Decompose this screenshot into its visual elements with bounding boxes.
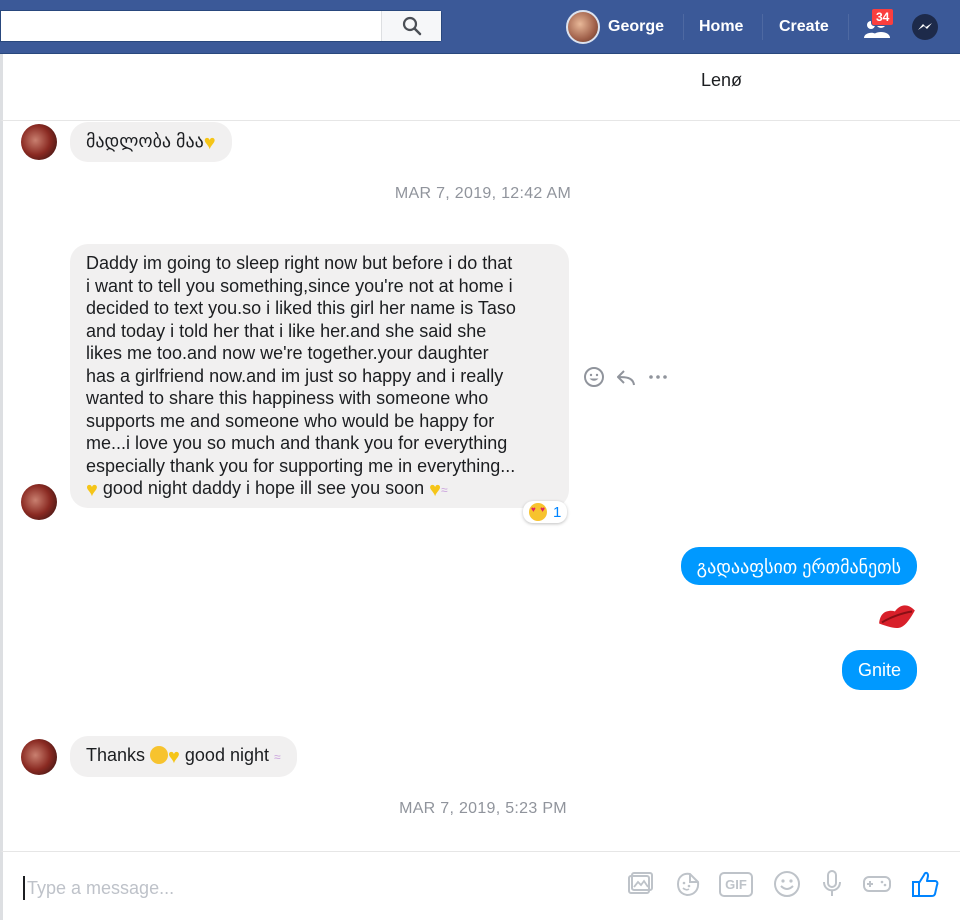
message-text: good night — [179, 745, 274, 765]
home-link[interactable]: Home — [699, 0, 743, 54]
laughing-crying-emoji-icon — [150, 746, 169, 764]
message-line: supports me and someone who would be hap… — [86, 410, 495, 431]
microphone-icon — [823, 870, 841, 896]
photo-icon — [628, 872, 653, 894]
home-label: Home — [699, 18, 744, 35]
message-line: Daddy im going to sleep right now but be… — [86, 253, 513, 273]
sticker-button[interactable] — [672, 868, 704, 900]
message-timestamp: MAR 7, 2019, 5:23 PM — [399, 800, 567, 817]
messenger-icon — [912, 14, 938, 40]
outgoing-message-bubble[interactable]: გადააფსით ერთმანეთს — [680, 547, 917, 585]
message-line: has a girlfriend now.and im just so happ… — [86, 365, 504, 386]
contact-name[interactable]: Lenø — [701, 70, 742, 91]
contact-avatar[interactable] — [21, 484, 57, 520]
profile-name: George — [608, 18, 665, 35]
more-options-icon[interactable] — [647, 366, 669, 388]
message-thread[interactable]: მადლობა მაა♥ MAR 7, 2019, 12:42 AM Daddy… — [0, 121, 960, 851]
message-line: likes me too.and now we're together.your… — [86, 343, 489, 363]
search-icon — [402, 16, 421, 36]
reply-icon[interactable] — [615, 366, 637, 388]
messenger-button[interactable] — [911, 0, 939, 54]
search-input[interactable] — [7, 11, 377, 39]
yellow-heart-icon: ♥ — [168, 746, 180, 768]
react-emoji-icon[interactable] — [583, 366, 605, 388]
photo-button[interactable] — [624, 868, 656, 900]
create-link[interactable]: Create — [779, 0, 829, 54]
contact-avatar[interactable] — [21, 739, 57, 775]
search-button[interactable] — [381, 11, 441, 41]
thumbs-up-icon — [912, 871, 939, 897]
profile-link[interactable]: George — [566, 0, 664, 54]
yellow-heart-icon: ♥ — [203, 132, 216, 154]
message-line: especially thank you for supporting me i… — [86, 455, 516, 476]
message-text: მადლობა მაა — [86, 131, 204, 151]
nav-divider — [848, 14, 849, 40]
incoming-message-bubble[interactable]: მადლობა მაა♥ — [70, 122, 232, 162]
conversation-header: Lenø — [0, 54, 960, 121]
outgoing-message-bubble[interactable]: Gnite — [841, 650, 917, 690]
reaction-count: 1 — [553, 503, 562, 521]
like-button[interactable] — [909, 868, 941, 900]
nav-divider — [762, 14, 763, 40]
create-label: Create — [779, 18, 829, 35]
game-icon — [863, 876, 891, 892]
gif-icon: GIF — [719, 871, 753, 897]
message-line: decided to text you.so i liked this girl… — [86, 298, 516, 318]
message-line: i want to tell you something,since you'r… — [86, 275, 513, 296]
message-reaction[interactable]: ♥ ♥ 1 — [523, 501, 568, 523]
top-navigation-bar: George Home Create 34 — [0, 0, 960, 54]
message-line-last: ♥ good night daddy i hope ill see you so… — [86, 477, 553, 502]
message-actions — [583, 366, 669, 388]
heart-eyes-emoji-icon: ♥ ♥ — [529, 503, 547, 521]
rainbow-flag-icon: ≈ — [441, 483, 448, 497]
nav-divider — [683, 14, 684, 40]
kiss-emoji-message[interactable] — [875, 598, 919, 641]
message-line: and today i told her that i like her.and… — [86, 320, 487, 341]
gif-button[interactable]: GIF — [719, 868, 753, 900]
message-text: Thanks — [86, 745, 151, 765]
message-line: good night daddy i hope ill see you soon — [97, 478, 430, 498]
yellow-heart-icon: ♥ — [86, 479, 98, 501]
search-box[interactable] — [0, 10, 442, 42]
message-text: Gnite — [857, 660, 901, 680]
emoji-icon — [774, 871, 800, 897]
emoji-button[interactable] — [771, 868, 803, 900]
incoming-message-bubble[interactable]: Thanks ♥ good night ≈ — [70, 736, 297, 777]
message-composer: GIF — [0, 851, 960, 920]
yellow-heart-icon: ♥ — [429, 479, 441, 501]
message-line: me...i love you so much and thank you fo… — [86, 433, 508, 453]
games-button[interactable] — [861, 868, 893, 900]
message-timestamp: MAR 7, 2019, 12:42 AM — [394, 185, 572, 202]
notification-badge: 34 — [871, 8, 895, 26]
contact-avatar[interactable] — [21, 124, 57, 160]
incoming-message-bubble[interactable]: Daddy im going to sleep right now but be… — [70, 244, 569, 508]
kiss-lips-icon — [879, 605, 915, 628]
message-line: wanted to share this happiness with some… — [86, 388, 489, 408]
voice-clip-button[interactable] — [816, 868, 848, 900]
message-input[interactable] — [23, 876, 423, 900]
profile-avatar — [566, 10, 600, 44]
sticker-icon — [676, 872, 700, 897]
message-text: გადააფსით ერთმანეთს — [696, 557, 901, 577]
rainbow-flag-icon: ≈ — [273, 750, 281, 764]
